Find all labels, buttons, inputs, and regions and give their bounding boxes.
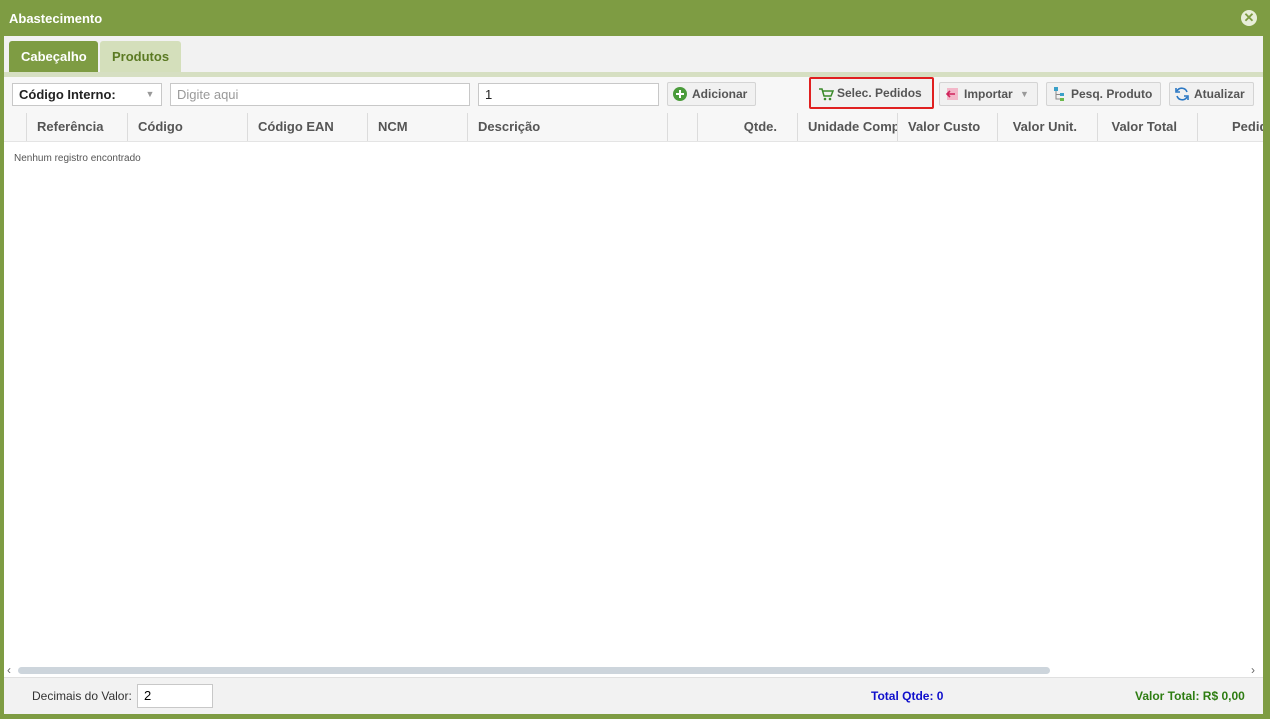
chevron-down-icon: ▼ bbox=[1020, 89, 1029, 99]
toolbar: Código Interno: ▼ Digite aqui 1 Adiciona… bbox=[4, 77, 1263, 113]
product-tree-icon bbox=[1054, 87, 1064, 101]
add-button[interactable]: Adicionar bbox=[667, 82, 756, 106]
grid-col-ncm[interactable]: NCM bbox=[368, 113, 468, 141]
tab-cabecalho[interactable]: Cabeçalho bbox=[9, 41, 98, 72]
grid-col-codigo[interactable]: Código bbox=[128, 113, 248, 141]
grid-col-codigo-ean[interactable]: Código EAN bbox=[248, 113, 368, 141]
scroll-right-icon[interactable]: › bbox=[1251, 663, 1255, 677]
decimals-input[interactable]: 2 bbox=[137, 684, 213, 708]
grid-col-unidade-comp[interactable]: Unidade Comp bbox=[798, 113, 898, 141]
scrollbar-thumb[interactable] bbox=[18, 667, 1050, 674]
empty-grid-message: Nenhum registro encontrado bbox=[14, 153, 141, 164]
refresh-label: Atualizar bbox=[1194, 87, 1245, 101]
close-icon[interactable]: ✕ bbox=[1241, 10, 1257, 26]
scroll-left-icon[interactable]: ‹ bbox=[7, 663, 11, 677]
grid-col-valor-total[interactable]: Valor Total bbox=[1098, 113, 1198, 141]
search-product-label: Pesq. Produto bbox=[1071, 87, 1153, 101]
total-qtde: Total Qtde: 0 bbox=[871, 689, 944, 703]
refresh-button[interactable]: Atualizar bbox=[1169, 82, 1254, 106]
grid-col-qtde[interactable]: Qtde. bbox=[698, 113, 798, 141]
title-bar: Abastecimento ✕ bbox=[0, 0, 1270, 36]
grid-header: Referência Código Código EAN NCM Descriç… bbox=[4, 113, 1263, 142]
search-product-button[interactable]: Pesq. Produto bbox=[1046, 82, 1161, 106]
tab-produtos[interactable]: Produtos bbox=[100, 41, 181, 72]
tab-strip: Cabeçalho Produtos bbox=[4, 36, 1263, 77]
grid-col-valor-unit[interactable]: Valor Unit. bbox=[998, 113, 1098, 141]
chevron-down-icon[interactable]: ▼ bbox=[139, 84, 161, 105]
grid-col-selector[interactable] bbox=[4, 113, 27, 141]
grid-col-blank[interactable] bbox=[668, 113, 698, 141]
total-valor: Valor Total: R$ 0,00 bbox=[1135, 689, 1245, 703]
grid-col-referencia[interactable]: Referência bbox=[27, 113, 128, 141]
search-type-select[interactable]: Código Interno: ▼ bbox=[12, 83, 162, 106]
window-body: Cabeçalho Produtos Código Interno: ▼ Dig… bbox=[4, 36, 1263, 714]
search-input[interactable]: Digite aqui bbox=[170, 83, 470, 106]
horizontal-scrollbar[interactable]: ‹ › bbox=[4, 663, 1263, 677]
refresh-icon bbox=[1175, 87, 1189, 101]
import-icon bbox=[945, 88, 958, 100]
quantity-input[interactable]: 1 bbox=[478, 83, 659, 106]
import-button[interactable]: Importar ▼ bbox=[939, 82, 1038, 106]
abastecimento-window: Abastecimento ✕ Cabeçalho Produtos Códig… bbox=[0, 0, 1270, 719]
grid-col-descricao[interactable]: Descrição bbox=[468, 113, 668, 141]
grid-col-valor-custo[interactable]: Valor Custo bbox=[898, 113, 998, 141]
decimals-label: Decimais do Valor: bbox=[32, 689, 132, 703]
select-orders-label: Selec. Pedidos bbox=[837, 86, 922, 100]
import-button-label: Importar bbox=[964, 87, 1013, 101]
add-button-label: Adicionar bbox=[692, 87, 748, 101]
window-title: Abastecimento bbox=[9, 11, 103, 26]
footer: Decimais do Valor: 2 Total Qtde: 0 Valor… bbox=[4, 677, 1263, 714]
search-type-value: Código Interno: bbox=[19, 87, 116, 102]
grid-col-pedido[interactable]: Pedido bbox=[1198, 113, 1263, 141]
add-circle-icon bbox=[673, 87, 687, 101]
cart-icon bbox=[819, 88, 834, 101]
select-orders-button[interactable]: Selec. Pedidos bbox=[809, 77, 934, 109]
